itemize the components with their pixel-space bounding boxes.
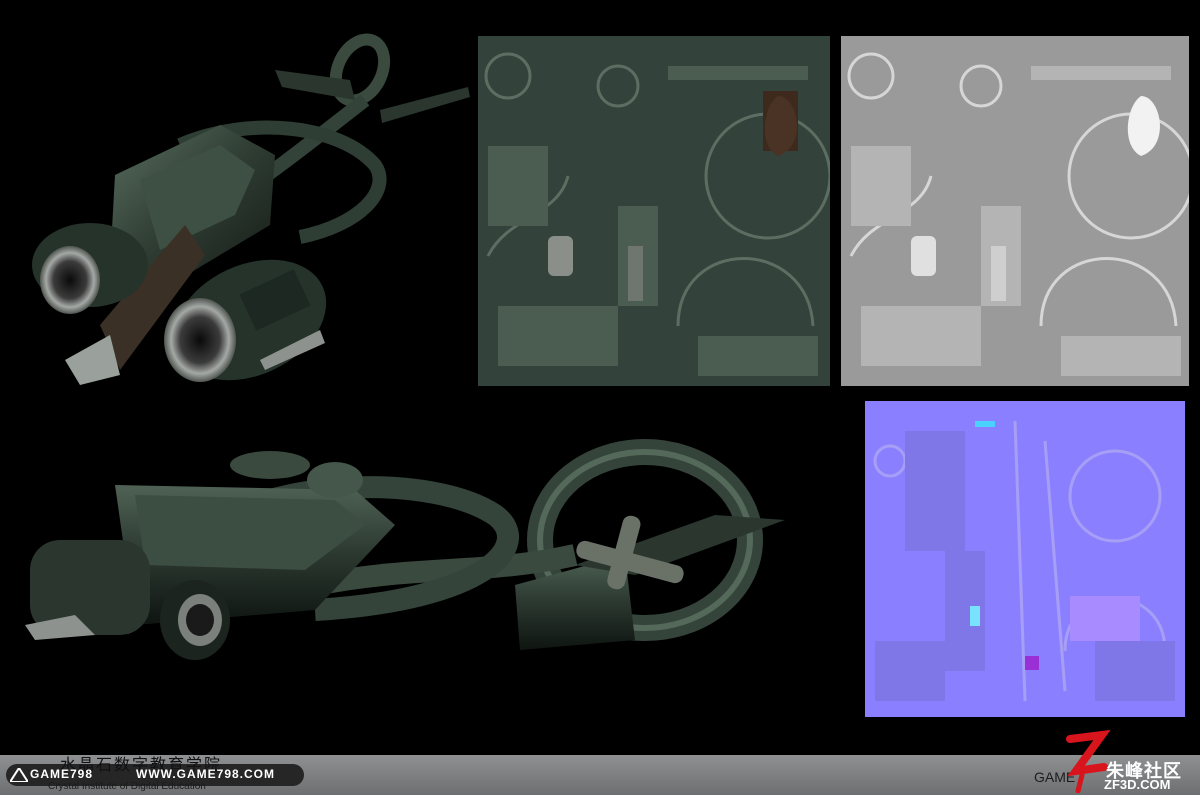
watermark-site-url: ZF3D.COM: [1104, 777, 1171, 792]
site-url-link[interactable]: WWW.GAME798.COM: [136, 767, 275, 781]
normal-texture-map: [865, 401, 1185, 717]
aircraft-render-side-view: [25, 439, 785, 660]
diffuse-texture-map: [478, 36, 830, 386]
specular-texture-map: [841, 36, 1189, 386]
crystal-logo-icon: [10, 768, 28, 782]
footer-bar: 水晶石数字教育学院 GAME798 WWW.GAME798.COM Crysta…: [0, 729, 1200, 795]
aircraft-render-top-view: [32, 33, 470, 385]
institute-name-en: Crystal Institute of Digital Education: [48, 781, 206, 792]
game798-label: GAME798: [30, 767, 94, 781]
